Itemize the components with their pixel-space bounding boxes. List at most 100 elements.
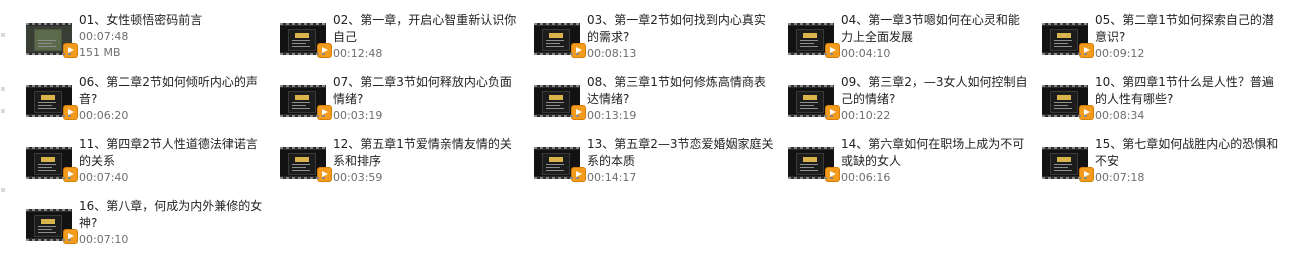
file-item[interactable]: 01、女性顿悟密码前言 00:07:48 151 MB [26, 10, 280, 72]
thumbnail-text-line [1054, 46, 1072, 47]
file-meta: 08、第三章1节如何修炼高情商表达情绪? 00:13:19 [587, 72, 775, 124]
thumbnail-text-line [546, 46, 564, 47]
file-duration: 00:12:48 [333, 47, 383, 60]
file-item[interactable]: 12、第五章1节爱情亲情友情的关系和排序 00:03:59 [280, 134, 534, 196]
thumbnail-text-line [1054, 164, 1072, 165]
play-icon [1079, 105, 1094, 120]
play-icon [63, 167, 78, 182]
thumbnail-text-line [1054, 167, 1068, 168]
thumbnail-text-line [546, 105, 560, 106]
thumbnail-text-line [292, 46, 310, 47]
file-meta: 14、第六章如何在职场上成为不可或缺的女人 00:06:16 [841, 134, 1029, 186]
file-item[interactable]: 07、第二章3节如何释放内心负面情绪? 00:03:19 [280, 72, 534, 134]
video-thumbnail[interactable] [26, 23, 78, 58]
thumbnail-text-line [292, 170, 310, 171]
thumbnail-frame [542, 153, 570, 175]
file-item[interactable]: 08、第三章1节如何修炼高情商表达情绪? 00:13:19 [534, 72, 788, 134]
thumbnail-text-line [800, 108, 818, 109]
file-meta: 09、第三章2，—3女人如何控制自己的情绪? 00:10:22 [841, 72, 1029, 124]
edge-marker [1, 188, 5, 192]
thumbnail-text-line [38, 43, 52, 44]
video-thumbnail[interactable] [280, 147, 332, 182]
video-thumbnail[interactable] [788, 85, 840, 120]
thumbnail-frame [542, 29, 570, 51]
file-meta: 12、第五章1节爱情亲情友情的关系和排序 00:03:59 [333, 134, 521, 186]
file-item[interactable]: 06、第二章2节如何倾听内心的声音? 00:06:20 [26, 72, 280, 134]
edge-marker [1, 33, 5, 37]
play-icon [317, 167, 332, 182]
play-icon [63, 229, 78, 244]
thumbnail-text-line [800, 46, 818, 47]
file-item[interactable]: 11、第四章2节人性道德法律诺言的关系 00:07:40 [26, 134, 280, 196]
file-item[interactable]: 04、第一章3节嗯如何在心灵和能力上全面发展 00:04:10 [788, 10, 1042, 72]
video-thumbnail[interactable] [26, 209, 78, 244]
play-icon [571, 43, 586, 58]
file-duration: 00:03:59 [333, 171, 383, 184]
file-item[interactable]: 15、第七章如何战胜内心的恐惧和不安 00:07:18 [1042, 134, 1296, 196]
thumbnail-text-line [292, 105, 306, 106]
file-name: 04、第一章3节嗯如何在心灵和能力上全面发展 [841, 13, 1020, 44]
thumbnail-text-line [546, 164, 564, 165]
thumbnail-frame [1050, 153, 1078, 175]
chapter-badge [41, 219, 55, 224]
file-item[interactable]: 16、第八章，何成为内外兼修的女神? 00:07:10 [26, 196, 280, 258]
play-icon [63, 105, 78, 120]
chapter-badge [549, 157, 563, 162]
chapter-badge [41, 95, 55, 100]
file-meta: 07、第二章3节如何释放内心负面情绪? 00:03:19 [333, 72, 521, 124]
file-meta: 15、第七章如何战胜内心的恐惧和不安 00:07:18 [1095, 134, 1283, 186]
thumbnail-text-line [546, 102, 564, 103]
thumbnail-frame [288, 91, 316, 113]
file-item[interactable]: 13、第五章2—3节恋爱婚姻家庭关系的本质 00:14:17 [534, 134, 788, 196]
video-thumbnail[interactable] [26, 85, 78, 120]
chapter-badge [803, 95, 817, 100]
thumbnail-text-line [38, 170, 56, 171]
file-name: 06、第二章2节如何倾听内心的声音? [79, 75, 258, 106]
file-meta: 05、第二章1节如何探索自己的潜意识? 00:09:12 [1095, 10, 1283, 62]
thumbnail-frame [34, 153, 62, 175]
play-icon [1079, 43, 1094, 58]
file-name: 11、第四章2节人性道德法律诺言的关系 [79, 137, 258, 168]
thumbnail-text-line [546, 108, 564, 109]
file-duration: 00:07:40 [79, 171, 129, 184]
video-thumbnail[interactable] [534, 147, 586, 182]
video-thumbnail[interactable] [280, 85, 332, 120]
file-name: 09、第三章2，—3女人如何控制自己的情绪? [841, 75, 1028, 106]
video-thumbnail[interactable] [26, 147, 78, 182]
file-item[interactable]: 10、第四章1节什么是人性？普遍的人性有哪些? 00:08:34 [1042, 72, 1296, 134]
file-name: 12、第五章1节爱情亲情友情的关系和排序 [333, 137, 512, 168]
video-thumbnail[interactable] [534, 23, 586, 58]
file-duration: 00:03:19 [333, 109, 383, 122]
file-size: 151 MB [79, 46, 121, 59]
thumbnail-text-line [292, 167, 306, 168]
file-duration: 00:08:13 [587, 47, 637, 60]
thumbnail-text-line [292, 43, 306, 44]
thumbnail-text-line [292, 102, 310, 103]
play-icon [63, 43, 78, 58]
file-duration: 00:06:20 [79, 109, 129, 122]
thumbnail-frame [288, 153, 316, 175]
video-thumbnail[interactable] [534, 85, 586, 120]
file-item[interactable]: 02、第一章，开启心智重新认识你自己 00:12:48 [280, 10, 534, 72]
chapter-badge [1057, 157, 1071, 162]
file-name: 01、女性顿悟密码前言 [79, 13, 203, 27]
video-thumbnail[interactable] [788, 23, 840, 58]
edge-marker [1, 109, 5, 113]
thumbnail-text-line [546, 167, 560, 168]
edge-marker [1, 87, 5, 91]
file-item[interactable]: 05、第二章1节如何探索自己的潜意识? 00:09:12 [1042, 10, 1296, 72]
file-item[interactable]: 03、第一章2节如何找到内心真实的需求? 00:08:13 [534, 10, 788, 72]
file-meta: 04、第一章3节嗯如何在心灵和能力上全面发展 00:04:10 [841, 10, 1029, 62]
thumbnail-text-line [546, 43, 560, 44]
file-item[interactable]: 14、第六章如何在职场上成为不可或缺的女人 00:06:16 [788, 134, 1042, 196]
video-thumbnail[interactable] [1042, 23, 1094, 58]
thumbnail-text-line [800, 102, 818, 103]
thumbnail-text-line [800, 164, 818, 165]
thumbnail-text-line [38, 105, 52, 106]
video-thumbnail[interactable] [280, 23, 332, 58]
video-thumbnail[interactable] [788, 147, 840, 182]
video-thumbnail[interactable] [1042, 85, 1094, 120]
play-icon [825, 105, 840, 120]
file-item[interactable]: 09、第三章2，—3女人如何控制自己的情绪? 00:10:22 [788, 72, 1042, 134]
video-thumbnail[interactable] [1042, 147, 1094, 182]
